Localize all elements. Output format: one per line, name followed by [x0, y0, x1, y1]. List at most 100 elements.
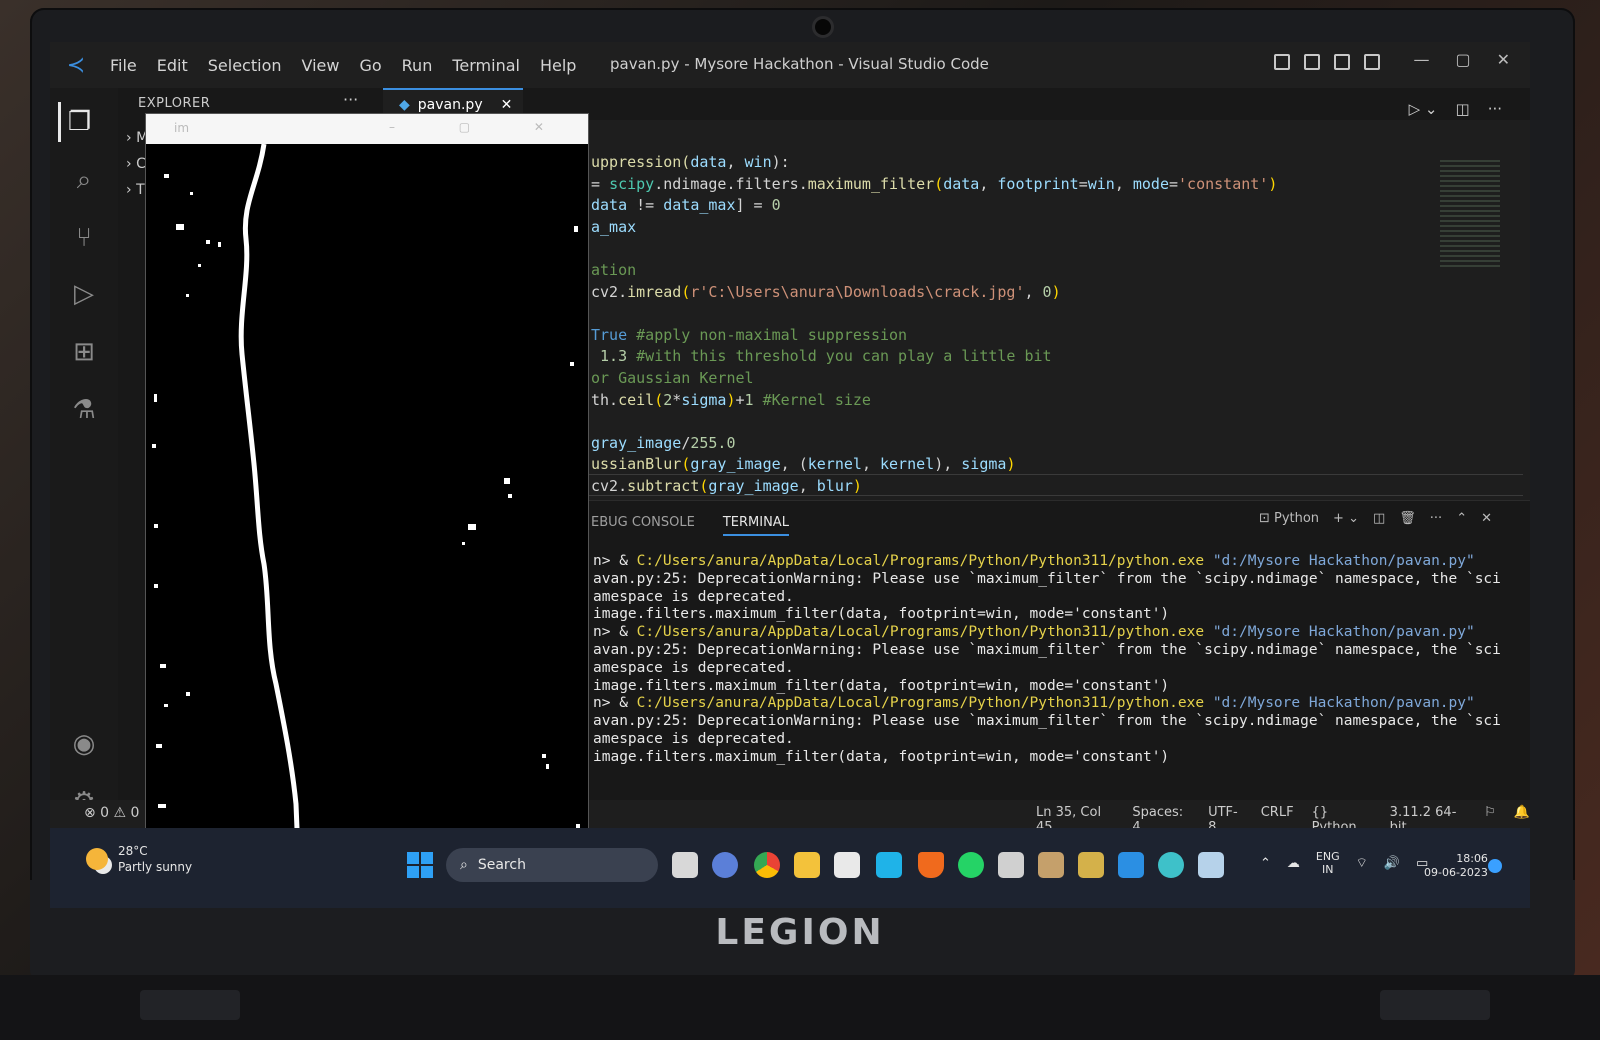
- code-line: ussianBlur(gray_image, (kernel, kernel),…: [591, 455, 1016, 474]
- kill-terminal-icon[interactable]: 🗑: [1399, 511, 1416, 526]
- menu-item-edit[interactable]: Edit: [149, 52, 196, 79]
- more-icon[interactable]: ···: [1430, 511, 1442, 526]
- testing-icon[interactable]: ⚗: [64, 390, 104, 430]
- volume-icon[interactable]: 🔊: [1384, 856, 1400, 871]
- tab-terminal[interactable]: TERMINAL: [722, 515, 789, 536]
- python-file-icon: ◆: [399, 97, 410, 113]
- menu-item-help[interactable]: Help: [532, 52, 584, 79]
- split-terminal-icon[interactable]: ◫: [1373, 511, 1385, 526]
- terminal-line: avan.py:25: DeprecationWarning: Please u…: [593, 641, 1501, 658]
- microsoft-store-icon[interactable]: [834, 852, 860, 878]
- code-line: cv2.imread(r'C:\Users\anura\Downloads\cr…: [591, 282, 1061, 301]
- problems-indicator[interactable]: ⊗ 0 ⚠ 0: [84, 805, 139, 821]
- minimize-icon[interactable]: —: [1413, 50, 1429, 69]
- search-label: Search: [477, 857, 526, 873]
- maximize-icon[interactable]: ▢: [1455, 50, 1470, 69]
- task-view-icon[interactable]: [672, 852, 698, 878]
- source-control-icon[interactable]: ⑂: [64, 218, 104, 258]
- code-content: uppression(data, win): = scipy.ndimage.fi…: [591, 152, 1277, 498]
- editor-actions: ▷ ⌄ ◫ ···: [1409, 100, 1502, 118]
- menu-item-go[interactable]: Go: [351, 52, 389, 79]
- crack-image-svg: [152, 143, 580, 855]
- vscode-taskbar-icon[interactable]: [1118, 852, 1144, 878]
- image-window[interactable]: im – ▢ ✕: [146, 114, 588, 855]
- chrome-icon[interactable]: [754, 852, 780, 878]
- image-window-titlebar[interactable]: im – ▢ ✕: [146, 114, 588, 144]
- image-window-controls[interactable]: – ▢ ✕: [389, 120, 574, 134]
- menu-item-run[interactable]: Run: [394, 52, 441, 79]
- code-line: or Gaussian Kernel: [591, 368, 754, 387]
- tree-item[interactable]: › C: [126, 156, 146, 172]
- input-language[interactable]: ENG IN: [1316, 850, 1340, 876]
- python-image-window-icon[interactable]: [1198, 852, 1224, 878]
- explorer-more-button[interactable]: ···: [343, 90, 358, 109]
- onedrive-cloud-icon[interactable]: ☁: [1287, 856, 1300, 871]
- more-actions-icon[interactable]: ···: [1488, 100, 1502, 118]
- terminal-line: amespace is deprecated.: [593, 588, 794, 605]
- terminal-output[interactable]: n> & C:/Users/anura/AppData/Local/Progra…: [593, 553, 1501, 767]
- notepad-icon[interactable]: [998, 852, 1024, 878]
- run-python-file-icon[interactable]: ▷ ⌄: [1409, 100, 1438, 118]
- minimap[interactable]: [1440, 160, 1500, 270]
- terminal-line: image.filters.maximum_filter(data, footp…: [593, 748, 1170, 765]
- brand-logo: LEGION: [715, 912, 885, 953]
- weather-condition: Partly sunny: [118, 860, 193, 874]
- explorer-icon[interactable]: ❐: [58, 102, 98, 142]
- code-line: uppression(data, win):: [591, 153, 790, 171]
- app-icon[interactable]: [1038, 852, 1064, 878]
- brave-icon[interactable]: [918, 852, 944, 878]
- tree-item[interactable]: › M: [126, 130, 148, 146]
- code-line: a_max: [591, 217, 637, 236]
- new-terminal-icon[interactable]: + ⌄: [1333, 511, 1359, 526]
- menu-item-file[interactable]: File: [102, 52, 145, 79]
- tab-close-icon[interactable]: ✕: [501, 97, 513, 113]
- toggle-secondary-sidebar-icon[interactable]: [1334, 54, 1350, 70]
- menu-item-terminal[interactable]: Terminal: [444, 52, 528, 79]
- windows-start-icon[interactable]: [407, 852, 433, 878]
- taskbar-search[interactable]: ⌕ Search: [446, 848, 658, 882]
- show-hidden-icons-icon[interactable]: ⌃: [1260, 856, 1271, 871]
- terminal-line: avan.py:25: DeprecationWarning: Please u…: [593, 570, 1501, 587]
- menu-item-view[interactable]: View: [294, 52, 348, 79]
- customize-layout-icon[interactable]: [1364, 54, 1380, 70]
- hinge-left: [140, 990, 240, 1020]
- app-grid-icon[interactable]: [1078, 852, 1104, 878]
- terminal-line: amespace is deprecated.: [593, 659, 794, 676]
- whatsapp-icon[interactable]: [958, 852, 984, 878]
- terminal-line: amespace is deprecated.: [593, 730, 794, 747]
- account-icon[interactable]: ◉: [64, 724, 104, 764]
- title-bar: ≺ File Edit Selection View Go Run Terminal Help…: [50, 42, 1530, 88]
- search-icon[interactable]: ⌕: [64, 160, 104, 200]
- terminal-line: n> & C:/Users/anura/AppData/Local/Progra…: [593, 624, 1475, 641]
- terminal-profile[interactable]: ⊡ Python: [1259, 511, 1319, 526]
- extensions-icon[interactable]: ⊞: [64, 332, 104, 372]
- toggle-panel-icon[interactable]: [1304, 54, 1320, 70]
- code-line: 1.3 #with this threshold you can play a …: [600, 347, 1052, 366]
- close-panel-icon[interactable]: ✕: [1481, 511, 1492, 526]
- partly-sunny-icon: [86, 848, 108, 870]
- tree-item[interactable]: › T: [126, 182, 145, 198]
- code-line: data != data_max] = 0: [591, 196, 781, 215]
- chat-icon[interactable]: [712, 852, 738, 878]
- app-l-icon[interactable]: [876, 852, 902, 878]
- notification-center-icon[interactable]: [1488, 859, 1502, 873]
- maximize-panel-icon[interactable]: ⌃: [1456, 511, 1467, 526]
- split-editor-icon[interactable]: ◫: [1456, 100, 1470, 118]
- code-line: th.ceil(2*sigma)+1 #Kernel size: [591, 390, 871, 409]
- wifi-icon[interactable]: ⌔: [1356, 855, 1368, 871]
- toggle-sidebar-icon[interactable]: [1274, 54, 1290, 70]
- tab-debug-console[interactable]: EBUG CONSOLE: [591, 515, 695, 536]
- menu-item-selection[interactable]: Selection: [200, 52, 290, 79]
- code-line: ation: [591, 260, 637, 279]
- taskbar-clock[interactable]: 18:06 09-06-2023: [1424, 852, 1488, 880]
- screen: ≺ File Edit Selection View Go Run Terminal Help…: [50, 42, 1530, 908]
- run-debug-icon[interactable]: ▷: [64, 274, 104, 314]
- edge-icon[interactable]: [1158, 852, 1184, 878]
- close-icon[interactable]: ✕: [1497, 50, 1510, 69]
- terminal-line: avan.py:25: DeprecationWarning: Please u…: [593, 713, 1501, 730]
- file-explorer-icon[interactable]: [794, 852, 820, 878]
- panel-tabs: EBUG CONSOLE TERMINAL: [591, 515, 789, 536]
